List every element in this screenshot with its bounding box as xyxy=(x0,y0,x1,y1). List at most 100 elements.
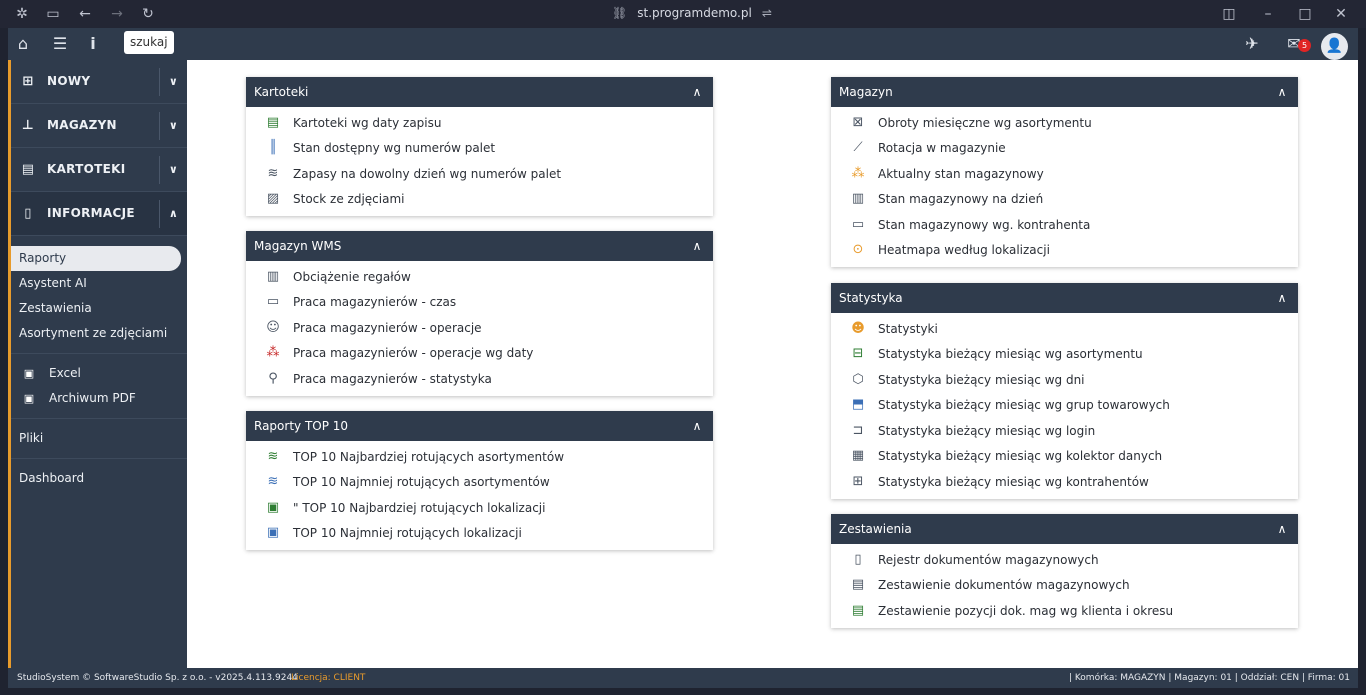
report-link[interactable]: ⬡ Statystyka bieżący miesiąc wg dni xyxy=(831,367,1298,393)
divider xyxy=(11,458,187,459)
sub-item-label: Archiwum PDF xyxy=(49,391,136,405)
card-header[interactable]: Raporty TOP 10 ∧ xyxy=(246,411,713,441)
report-link[interactable]: ≋ Zapasy na dowolny dzień wg numerów pale… xyxy=(246,161,713,187)
card-title: Magazyn WMS xyxy=(254,239,342,253)
report-link[interactable]: ▥ Stan magazynowy na dzień xyxy=(831,187,1298,213)
back-icon[interactable]: ← xyxy=(77,6,93,22)
scanner-icon: ▦ xyxy=(851,448,865,464)
image-icon: ▨ xyxy=(266,191,280,207)
open-box-icon: ⬒ xyxy=(851,397,865,413)
chevron-up-icon[interactable]: ∧ xyxy=(689,231,705,261)
chevron-up-icon[interactable]: ∧ xyxy=(1274,283,1290,313)
sub-item-zestawienia[interactable]: Zestawienia xyxy=(11,296,181,321)
report-link[interactable]: ▨ Stock ze zdjęciami xyxy=(246,187,713,213)
report-link[interactable]: ⊞ Statystyka bieżący miesiąc wg kontrahen… xyxy=(831,469,1298,495)
report-link[interactable]: ⟋ Rotacja w magazynie xyxy=(831,136,1298,162)
chevron-down-icon[interactable]: ∨ xyxy=(159,156,187,184)
box-up-icon: ⊟ xyxy=(852,346,864,362)
chevron-up-icon[interactable]: ∧ xyxy=(159,200,187,228)
report-link[interactable]: ⁂ Praca magazynierów - operacje wg daty xyxy=(246,341,713,367)
warehouse-icon: ⊥ xyxy=(21,118,35,133)
menu-magazyn[interactable]: ⊥ MAGAZYN ∨ xyxy=(11,104,187,148)
info-icon[interactable]: i xyxy=(83,35,103,53)
report-link[interactable]: ▭ Stan magazynowy wg. kontrahenta xyxy=(831,212,1298,238)
report-link[interactable]: ⊐ Statystyka bieżący miesiąc wg login xyxy=(831,418,1298,444)
card-header[interactable]: Magazyn ∧ xyxy=(831,77,1298,107)
sub-item-asystent-ai[interactable]: Asystent AI xyxy=(11,271,181,296)
report-link[interactable]: ▥ Obciążenie regałów xyxy=(246,264,713,290)
sub-item-archiwum-pdf[interactable]: ▣ Archiwum PDF xyxy=(11,386,181,411)
menu-informacje[interactable]: ▯ INFORMACJE ∧ xyxy=(11,192,187,236)
report-link[interactable]: ⬒ Statystyka bieżący miesiąc wg grup towa… xyxy=(831,393,1298,419)
site-settings-icon[interactable]: ⇌ xyxy=(762,6,772,20)
report-link[interactable]: ▣ " TOP 10 Najbardziej rotujących lokaliz… xyxy=(246,495,713,521)
report-link[interactable]: ⚲ Praca magazynierów - statystyka xyxy=(246,366,713,392)
sidebar-toggle-icon[interactable]: ▭ xyxy=(45,6,61,22)
boxes-icon: ⁂ xyxy=(266,345,280,361)
sub-item-asortyment[interactable]: Asortyment ze zdjęciami xyxy=(11,321,181,346)
sub-item-dashboard[interactable]: Dashboard xyxy=(11,466,181,491)
informacje-submenu: Raporty Asystent AI Zestawienia Asortyme… xyxy=(11,236,187,491)
report-link[interactable]: ▣ TOP 10 Najmniej rotujących lokalizacji xyxy=(246,521,713,547)
sub-item-excel[interactable]: ▣ Excel xyxy=(11,361,181,386)
close-window-icon[interactable]: ✕ xyxy=(1333,6,1349,22)
minimize-icon[interactable]: – xyxy=(1260,6,1276,22)
chevron-up-icon[interactable]: ∧ xyxy=(1274,514,1290,544)
plane-icon[interactable]: ✈ xyxy=(1242,35,1262,53)
divider xyxy=(11,418,187,419)
sub-item-raporty[interactable]: Raporty xyxy=(11,246,181,271)
address-bar[interactable]: ⛓ st.programdemo.pl ⇌ xyxy=(612,6,772,20)
table-icon: ⊞ xyxy=(852,473,864,489)
chevron-up-icon[interactable]: ∧ xyxy=(1274,77,1290,107)
report-link[interactable]: ☻ Statystyki xyxy=(831,316,1298,342)
report-link[interactable]: ║ Stan dostępny wg numerów palet xyxy=(246,136,713,162)
chevron-down-icon[interactable]: ∨ xyxy=(159,112,187,140)
card-header[interactable]: Kartoteki ∧ xyxy=(246,77,713,107)
report-link[interactable]: ⊙ Heatmapa według lokalizacji xyxy=(831,238,1298,264)
report-link[interactable]: ⊟ Statystyka bieżący miesiąc wg asortymen… xyxy=(831,342,1298,368)
card-magazyn: Magazyn ∧ ⊠ Obroty miesięczne wg asortymen… xyxy=(831,77,1298,267)
card-statystyka: Statystyka ∧ ☻ Statystyki ⊟ Statystyka bież… xyxy=(831,283,1298,499)
chevron-up-icon[interactable]: ∧ xyxy=(689,411,705,441)
users-icon: ☻ xyxy=(851,320,865,336)
report-label: Praca magazynierów - operacje xyxy=(293,320,482,335)
card-header[interactable]: Zestawienia ∧ xyxy=(831,514,1298,544)
card-kartoteki: Kartoteki ∧ ▤ Kartoteki wg daty zapisu ║ St… xyxy=(246,77,713,216)
calendar-icon: ▭ xyxy=(266,294,280,310)
report-link[interactable]: ⊠ Obroty miesięczne wg asortymentu xyxy=(831,110,1298,136)
report-link[interactable]: ▤ Kartoteki wg daty zapisu xyxy=(246,110,713,136)
report-link[interactable]: ▯ Rejestr dokumentów magazynowych xyxy=(831,547,1298,573)
home-icon[interactable]: ⌂ xyxy=(13,35,33,53)
report-link[interactable]: ▤ Zestawienie pozycji dok. mag wg klienta… xyxy=(831,598,1298,624)
report-link[interactable]: ≋ TOP 10 Najbardziej rotujących asortymen… xyxy=(246,444,713,470)
plus-square-icon: ⊞ xyxy=(22,74,34,89)
card-title: Raporty TOP 10 xyxy=(254,419,349,433)
menu-collapse-icon[interactable]: ☰ xyxy=(50,35,70,53)
report-label: Statystyki xyxy=(878,321,938,336)
search-button[interactable]: szukaj xyxy=(124,31,174,54)
reload-icon[interactable]: ↻ xyxy=(140,6,156,22)
layers-minus-icon: ≋ xyxy=(267,474,279,490)
report-link[interactable]: ▦ Statystyka bieżący miesiąc wg kolektor … xyxy=(831,444,1298,470)
forward-icon[interactable]: → xyxy=(109,6,125,22)
report-label: Statystyka bieżący miesiąc wg kolektor d… xyxy=(878,449,1163,464)
split-view-icon[interactable]: ◫ xyxy=(1221,6,1237,22)
card-title: Kartoteki xyxy=(254,85,309,99)
user-avatar-icon[interactable]: 👤 xyxy=(1321,33,1348,60)
report-link[interactable]: ≋ TOP 10 Najmniej rotujących asortymentów xyxy=(246,470,713,496)
chevron-up-icon[interactable]: ∧ xyxy=(689,77,705,107)
report-link[interactable]: ⁂ Aktualny stan magazynowy xyxy=(831,161,1298,187)
card-header[interactable]: Statystyka ∧ xyxy=(831,283,1298,313)
card-header[interactable]: Magazyn WMS ∧ xyxy=(246,231,713,261)
menu-nowy[interactable]: ⊞ NOWY ∨ xyxy=(11,60,187,104)
maximize-icon[interactable]: □ xyxy=(1297,6,1313,22)
menu-kartoteki[interactable]: ▤ KARTOTEKI ∨ xyxy=(11,148,187,192)
report-link[interactable]: ▤ Zestawienie dokumentów magazynowych xyxy=(831,573,1298,599)
chevron-down-icon[interactable]: ∨ xyxy=(159,68,187,96)
report-link[interactable]: ▭ Praca magazynierów - czas xyxy=(246,290,713,316)
browser-logo-icon[interactable]: ✲ xyxy=(14,6,30,22)
file-spreadsheet-icon: ▤ xyxy=(851,602,865,618)
sub-item-pliki[interactable]: Pliki xyxy=(11,426,181,451)
pdf-icon: ▣ xyxy=(23,392,35,405)
report-link[interactable]: ☺ Praca magazynierów - operacje xyxy=(246,315,713,341)
